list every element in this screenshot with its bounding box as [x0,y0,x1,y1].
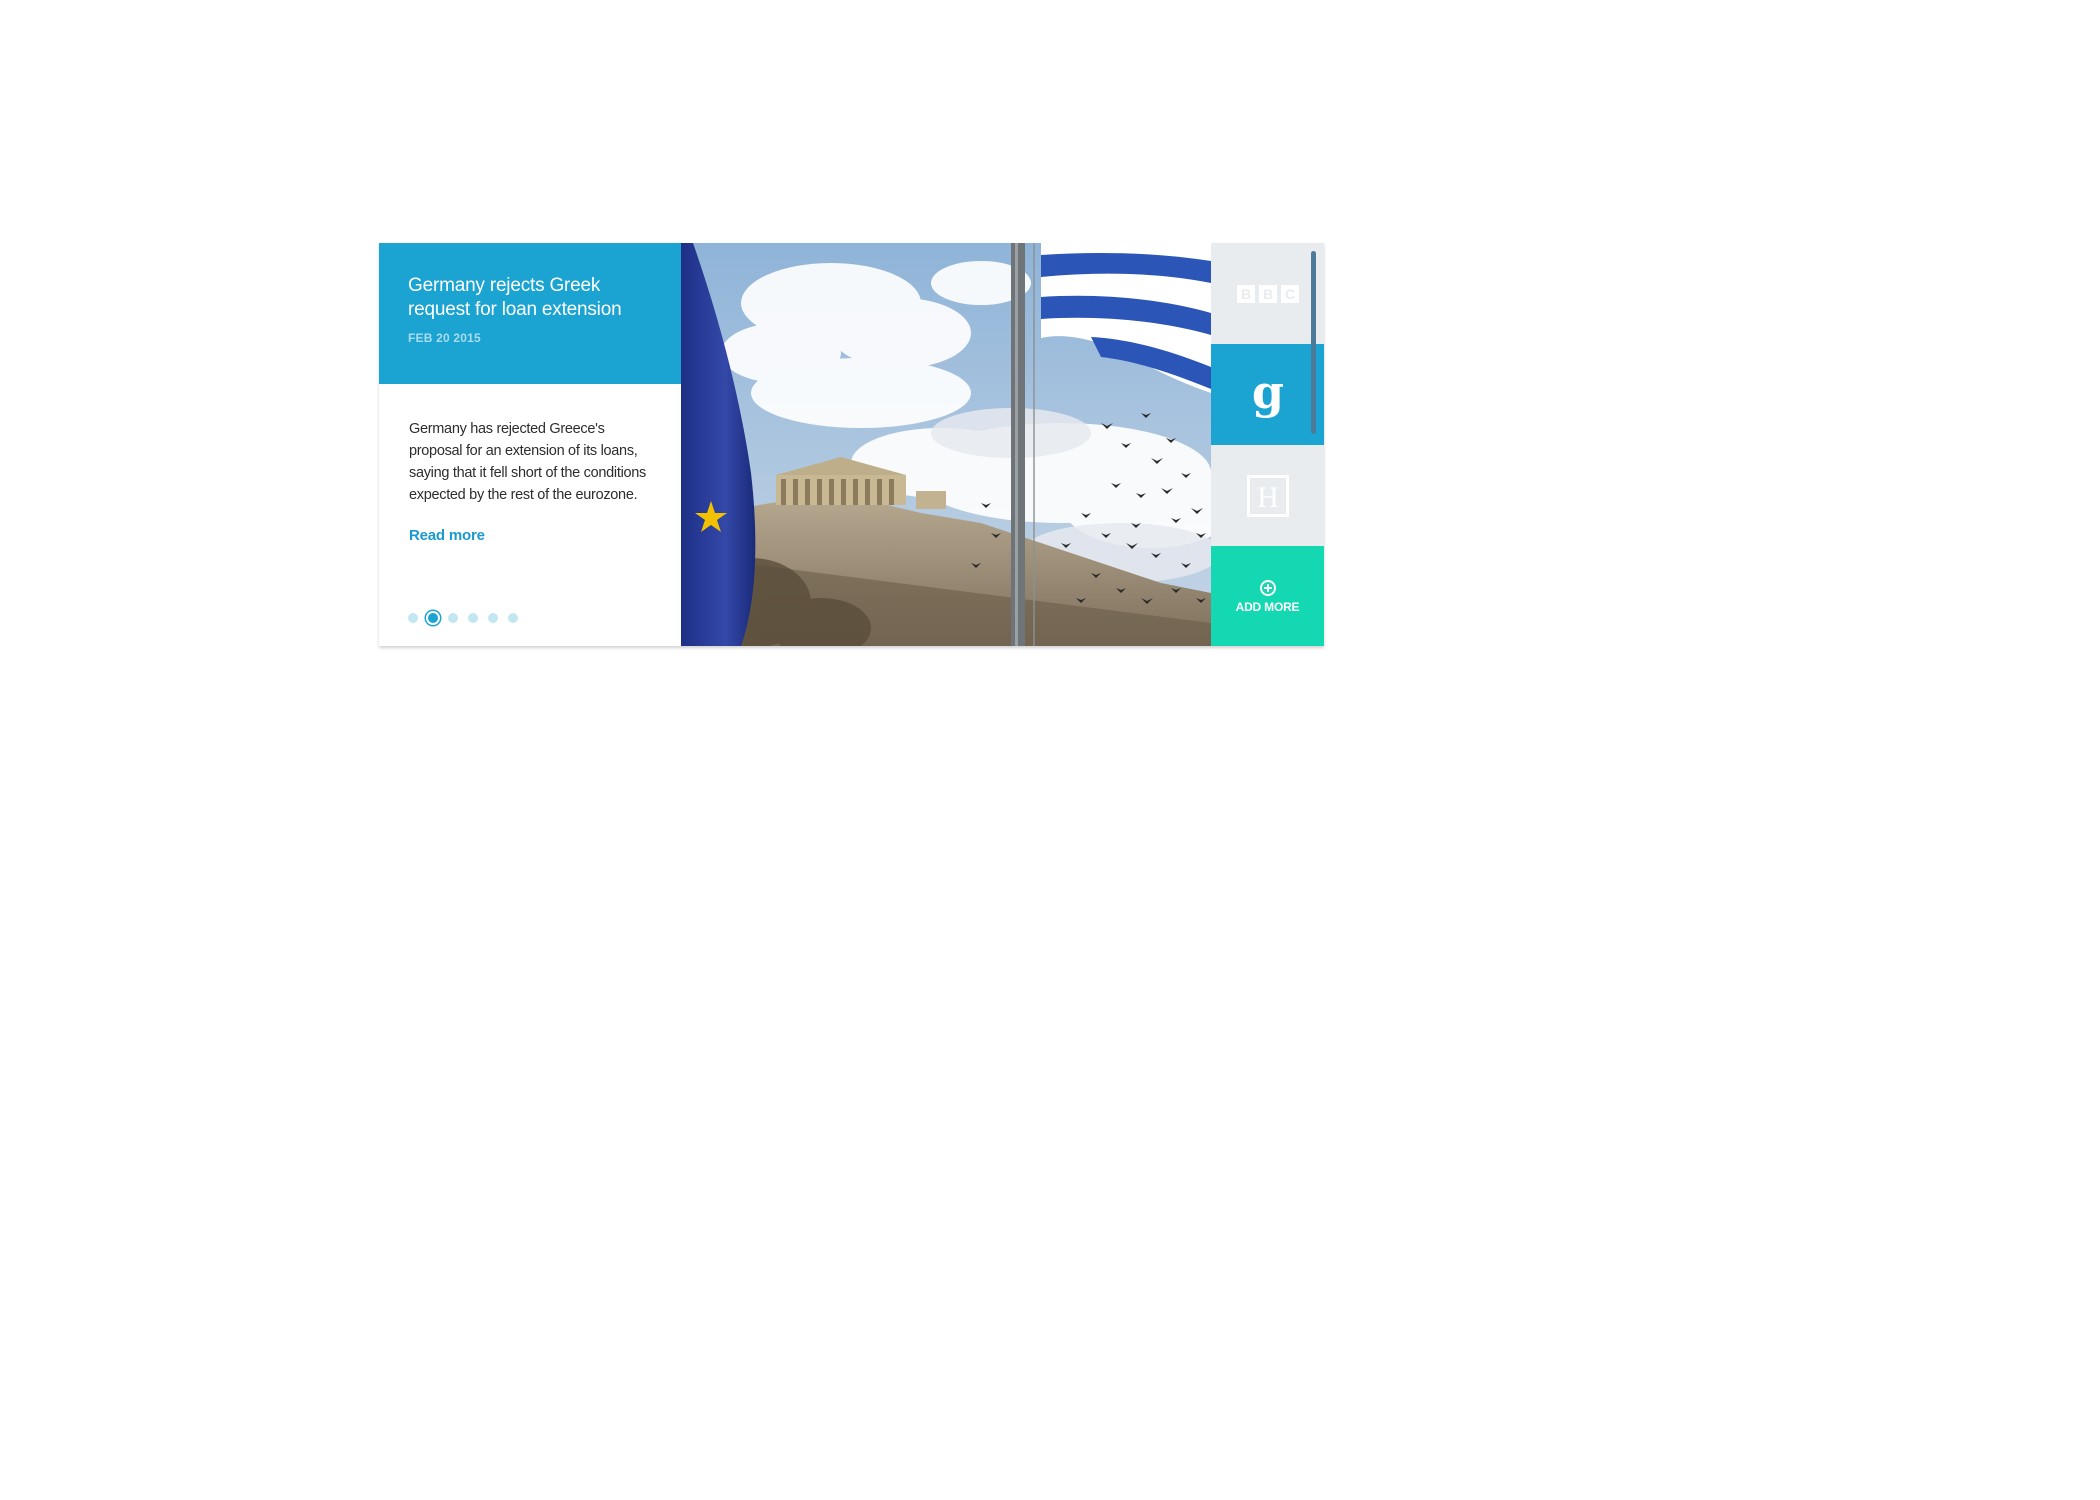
source-huffington[interactable]: H [1211,445,1324,546]
article-date: FEB 20 2015 [408,331,481,345]
source-guardian[interactable]: g [1211,344,1324,445]
source-scrollbar[interactable] [1311,251,1316,434]
plus-circle-icon [1259,579,1276,596]
news-widget: Germany rejects Greek request for loan e… [379,243,1324,646]
add-more-label: ADD MORE [1235,599,1300,614]
article-body: Germany has rejected Greece's proposal f… [379,384,681,646]
article-header: Germany rejects Greek request for loan e… [379,243,681,384]
source-bbc[interactable]: B B C [1211,243,1324,344]
pagination-dot-5[interactable] [488,613,498,623]
svg-text:g: g [1251,370,1283,419]
svg-text:H: H [1257,481,1279,514]
article-summary: Germany has rejected Greece's proposal f… [409,421,646,503]
read-more-link[interactable]: Read more [409,527,485,544]
article-panel: Germany rejects Greek request for loan e… [379,243,681,646]
guardian-logo-icon: g [1251,370,1283,419]
pagination-dot-6[interactable] [508,613,518,623]
huffington-logo-icon: H [1246,474,1289,517]
pagination-dot-4[interactable] [468,613,478,623]
pagination-dots [408,613,518,623]
article-headline[interactable]: Germany rejects Greek request for loan e… [408,274,653,322]
svg-text:C: C [1284,286,1294,302]
pagination-dot-1[interactable] [408,613,418,623]
bbc-logo-icon: B B C [1236,284,1299,303]
svg-text:B: B [1262,286,1272,302]
add-more-button[interactable]: ADD MORE [1211,546,1324,646]
article-photo[interactable] [681,243,1211,646]
pagination-dot-2[interactable] [428,613,438,623]
svg-text:B: B [1240,286,1250,302]
source-list: B B C g H ADD MORE [1211,243,1324,646]
pagination-dot-3[interactable] [448,613,458,623]
